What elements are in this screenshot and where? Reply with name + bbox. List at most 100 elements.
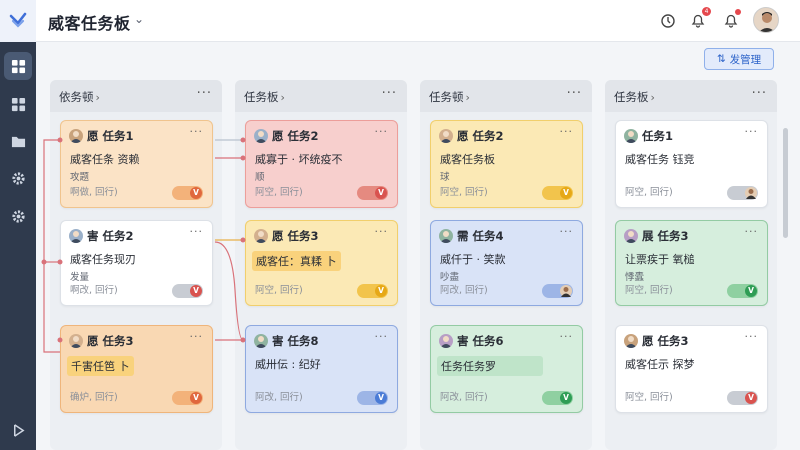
card-more-icon[interactable]: ··· bbox=[190, 330, 204, 343]
assignee-avatar bbox=[254, 229, 268, 243]
chevron-down-icon[interactable]: ⌄ bbox=[134, 12, 144, 26]
card-header: 害 任务6 bbox=[439, 333, 504, 349]
card-more-icon[interactable]: ··· bbox=[745, 330, 759, 343]
column-title-text: 任务顿 bbox=[429, 90, 464, 104]
card-status-toggle[interactable]: V bbox=[542, 391, 573, 405]
card-task-label: 愿 任务3 bbox=[87, 334, 134, 348]
task-card[interactable]: 任务1 ··· 威客任务 钰竞 阿空, 回行) bbox=[615, 120, 768, 208]
assignee-avatar bbox=[69, 229, 83, 243]
card-header: 任务1 bbox=[624, 128, 673, 144]
sidebar-item-config[interactable] bbox=[4, 202, 32, 230]
card-title: 威客任：真糅 卜 bbox=[252, 251, 341, 271]
more-icon[interactable]: ··· bbox=[197, 86, 212, 101]
more-icon[interactable]: ··· bbox=[567, 86, 582, 101]
chevron-right-icon: › bbox=[650, 91, 655, 104]
card-subtitle: 顺 bbox=[255, 172, 265, 183]
notification-button[interactable]: 4 bbox=[687, 7, 711, 31]
task-card[interactable]: 害 任务8 ··· 威卅伝 : 纪好 阿改, 回行) V bbox=[245, 325, 398, 413]
task-card[interactable]: 愿 任务3 ··· 威客任：真糅 卜阿空, 回行) V bbox=[245, 220, 398, 306]
card-more-icon[interactable]: ··· bbox=[745, 225, 759, 238]
card-meta: 阿改, 回行) bbox=[255, 392, 303, 403]
card-title: 威卅伝 : 纪好 bbox=[255, 358, 321, 371]
user-avatar[interactable] bbox=[753, 7, 779, 33]
link-anchor bbox=[41, 259, 47, 265]
card-status-toggle[interactable]: V bbox=[542, 186, 573, 200]
column-header[interactable]: 任务板 › ··· bbox=[605, 80, 777, 112]
card-title: 威客任务 钰竞 bbox=[625, 153, 695, 166]
assignee-avatar bbox=[624, 229, 638, 243]
scrollbar[interactable] bbox=[783, 128, 788, 238]
more-icon[interactable]: ··· bbox=[382, 86, 397, 101]
alerts-button[interactable] bbox=[720, 9, 742, 31]
task-card[interactable]: 展 任务3 ··· 让票疾于 氧槌 悸蠹 阿空, 回行) V bbox=[615, 220, 768, 306]
card-status-toggle[interactable]: V bbox=[727, 284, 758, 298]
check-icon: V bbox=[745, 392, 757, 404]
task-card[interactable]: 愿 任务3 ··· 威客任示 探梦 阿空, 回行) V bbox=[615, 325, 768, 413]
assignee-avatar bbox=[254, 129, 268, 143]
card-status-toggle[interactable]: V bbox=[357, 186, 388, 200]
timer-icon[interactable] bbox=[657, 9, 679, 31]
card-more-icon[interactable]: ··· bbox=[375, 330, 389, 343]
column-header[interactable]: 任务顿 › ··· bbox=[420, 80, 592, 112]
card-more-icon[interactable]: ··· bbox=[560, 225, 574, 238]
task-card[interactable]: 害 任务2 ··· 威客任务现刃 发量 啊改, 回行) V bbox=[60, 220, 213, 306]
card-header: 愿 任务3 bbox=[69, 333, 134, 349]
card-header: 害 任务2 bbox=[69, 228, 134, 244]
card-task-label: 害 任务8 bbox=[272, 334, 319, 348]
card-task-label: 需 任务4 bbox=[457, 229, 504, 243]
card-status-toggle[interactable] bbox=[542, 284, 573, 298]
task-card[interactable]: 愿 任务3 ··· 千害任笆 卜确炉, 回行) V bbox=[60, 325, 213, 413]
app-logo[interactable] bbox=[0, 0, 36, 42]
card-status-toggle[interactable]: V bbox=[357, 391, 388, 405]
task-card[interactable]: 害 任务6 ··· 任务任务罗 阿改, 回行) V bbox=[430, 325, 583, 413]
check-icon: V bbox=[745, 285, 757, 297]
card-status-toggle[interactable]: V bbox=[172, 391, 203, 405]
assignee-avatar bbox=[69, 129, 83, 143]
manage-button[interactable]: ⇅ 发管理 bbox=[704, 48, 774, 70]
sidebar-item-board[interactable] bbox=[4, 52, 32, 80]
card-meta: 啊做, 回行) bbox=[70, 187, 118, 198]
sidebar-collapse[interactable] bbox=[4, 416, 32, 444]
sidebar-item-grid[interactable] bbox=[4, 90, 32, 118]
task-card[interactable]: 需 任务4 ··· 威仟于 · 笑款 吵盡 阿改, 回行) bbox=[430, 220, 583, 306]
card-status-toggle[interactable]: V bbox=[172, 186, 203, 200]
check-icon: V bbox=[190, 285, 202, 297]
card-status-toggle[interactable]: V bbox=[727, 391, 758, 405]
more-icon[interactable]: ··· bbox=[752, 86, 767, 101]
card-more-icon[interactable]: ··· bbox=[560, 125, 574, 138]
card-meta: 阿空, 回行) bbox=[625, 392, 673, 403]
card-task-label: 害 任务6 bbox=[457, 334, 504, 348]
card-meta: 阿改, 回行) bbox=[440, 285, 488, 296]
column-2: 任务板 › ··· 愿 任务2 ··· 威寡于 · 坏统疫不顺阿空, 回行) V 愿 任务3 ·… bbox=[235, 80, 407, 450]
assignee-avatar bbox=[624, 129, 638, 143]
card-more-icon[interactable]: ··· bbox=[190, 125, 204, 138]
column-header[interactable]: 任务板 › ··· bbox=[235, 80, 407, 112]
card-more-icon[interactable]: ··· bbox=[190, 225, 204, 238]
sidebar bbox=[0, 0, 36, 450]
card-header: 愿 任务1 bbox=[69, 128, 134, 144]
check-icon: V bbox=[190, 187, 202, 199]
card-more-icon[interactable]: ··· bbox=[375, 225, 389, 238]
card-meta: 啊改, 回行) bbox=[70, 285, 118, 296]
sidebar-item-folder[interactable] bbox=[4, 127, 32, 155]
card-more-icon[interactable]: ··· bbox=[745, 125, 759, 138]
column-4: 任务板 › ··· 任务1 ··· 威客任务 钰竞 阿空, 回行) 展 任务3 ··· 让票疾于 … bbox=[605, 80, 777, 450]
card-status-toggle[interactable]: V bbox=[172, 284, 203, 298]
card-header: 展 任务3 bbox=[624, 228, 689, 244]
card-status-toggle[interactable]: V bbox=[357, 284, 388, 298]
notification-badge: 4 bbox=[702, 7, 711, 16]
task-card[interactable]: 愿 任务1 ··· 威客任条 资赖 攻题 啊做, 回行) V bbox=[60, 120, 213, 208]
card-status-toggle[interactable] bbox=[727, 186, 758, 200]
card-more-icon[interactable]: ··· bbox=[375, 125, 389, 138]
card-more-icon[interactable]: ··· bbox=[560, 330, 574, 343]
check-icon: V bbox=[375, 285, 387, 297]
assignee-avatar bbox=[69, 334, 83, 348]
column-header[interactable]: 依务顿 › ··· bbox=[50, 80, 222, 112]
task-card[interactable]: 愿 任务2 ··· 威客任务板球阿空, 回行) V bbox=[430, 120, 583, 208]
task-card[interactable]: 愿 任务2 ··· 威寡于 · 坏统疫不顺阿空, 回行) V bbox=[245, 120, 398, 208]
card-header: 愿 任务3 bbox=[624, 333, 689, 349]
page-title: 威客任务板 bbox=[48, 14, 131, 33]
card-title: 任务任务罗 bbox=[437, 356, 543, 376]
column-title: 任务板 › bbox=[614, 89, 655, 105]
sidebar-item-settings[interactable] bbox=[4, 164, 32, 192]
